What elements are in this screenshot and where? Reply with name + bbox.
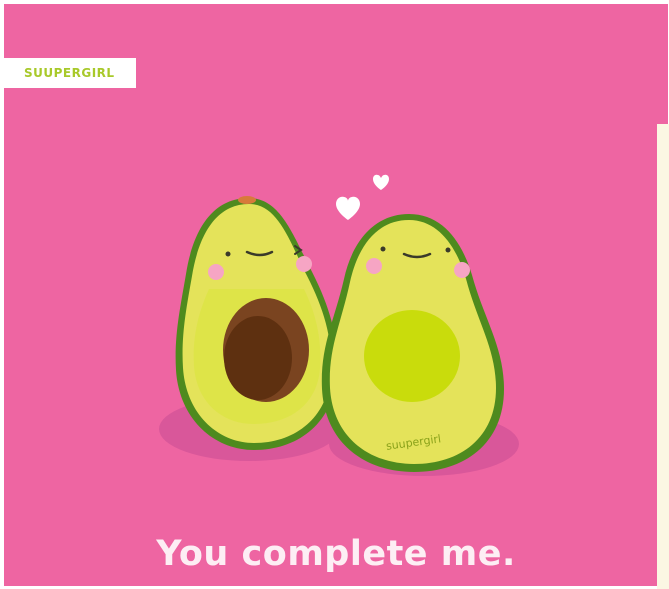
cheek-right-a <box>366 258 382 274</box>
cheek-right-b <box>454 262 470 278</box>
eye-left-a <box>225 251 231 257</box>
avocado-right: suupergirl <box>321 214 504 472</box>
cheek-left-a <box>208 264 224 280</box>
eye-right-a <box>380 246 386 252</box>
right-edge-strip <box>657 124 669 589</box>
heart-icon <box>336 196 360 220</box>
pit-hole <box>364 310 460 402</box>
heart-icon <box>373 174 389 190</box>
stem-nub <box>238 196 256 204</box>
avocado-left <box>175 196 338 450</box>
pit-shade <box>224 316 292 400</box>
cheek-left-b <box>296 256 312 272</box>
caption: You complete me. <box>156 534 516 574</box>
card: SUUPERGIRL suupergirl You complete me. <box>4 4 668 586</box>
eye-right-b <box>445 247 451 253</box>
avocado-illustration: suupergirl <box>159 174 519 476</box>
